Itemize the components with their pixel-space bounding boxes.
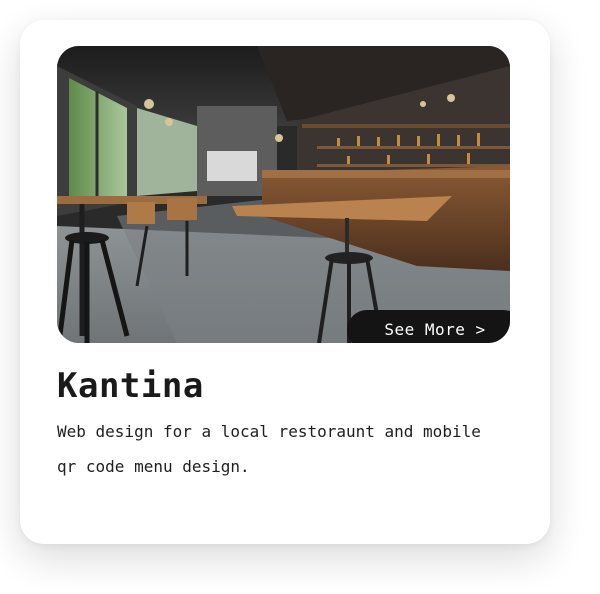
project-description: Web design for a local restoraunt and mo… [57,422,481,476]
see-more-button[interactable]: See More > [347,310,510,343]
project-image: See More > [57,46,510,343]
restaurant-photo [57,46,510,343]
project-card[interactable]: See More > Kantina Web design for a loca… [20,20,550,544]
page: See More > Kantina Web design for a loca… [0,0,600,594]
project-title: Kantina [57,366,204,406]
